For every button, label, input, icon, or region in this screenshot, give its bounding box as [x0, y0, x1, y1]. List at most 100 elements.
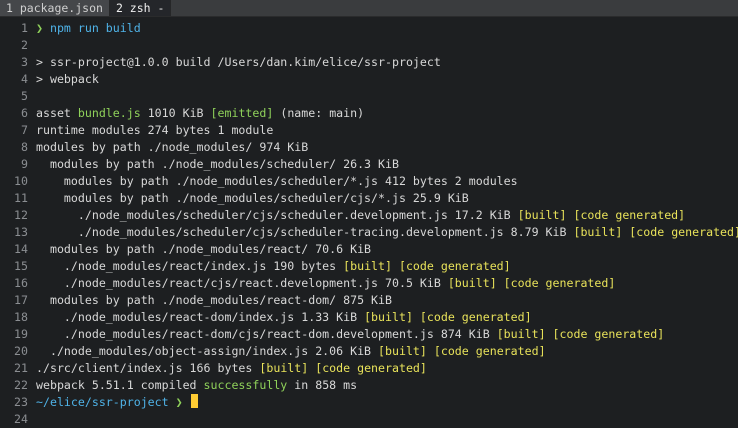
line-content: modules by path ./node_modules/ 974 KiB — [36, 139, 308, 156]
terminal-line: 6 asset bundle.js 1010 KiB [emitted] (nam… — [0, 105, 738, 122]
terminal-line: 8 modules by path ./node_modules/ 974 KiB — [0, 139, 738, 156]
line-content: > ssr-project@1.0.0 build /Users/dan.kim… — [36, 54, 441, 71]
line-content: webpack 5.51.1 compiled successfully in … — [36, 377, 357, 394]
line-content: modules by path ./node_modules/scheduler… — [36, 173, 518, 190]
line-content: ./src/client/index.js 166 bytes [built] … — [36, 360, 427, 377]
terminal-line: 15 ./node_modules/react/index.js 190 byt… — [0, 258, 738, 275]
line-number: 4 — [21, 72, 28, 86]
text-segment: ./node_modules/react/index.js 190 bytes — [36, 259, 344, 273]
terminal-line: 4 > webpack — [0, 71, 738, 88]
line-number: 7 — [21, 123, 28, 137]
line-number: 20 — [14, 344, 28, 358]
terminal-line: 24 — [0, 411, 738, 428]
text-segment: runtime modules 274 bytes 1 module — [36, 123, 274, 137]
text-segment: successfully — [203, 378, 288, 392]
terminal-line: 20 ./node_modules/object-assign/index.js… — [0, 343, 738, 360]
line-number: 6 — [21, 106, 28, 120]
line-content: ./node_modules/react/index.js 190 bytes … — [36, 258, 511, 275]
terminal-line: 7 runtime modules 274 bytes 1 module — [0, 122, 738, 139]
text-segment: in 858 ms — [287, 378, 358, 392]
text-segment: (name: main) — [273, 106, 365, 120]
terminal-line: 12 ./node_modules/scheduler/cjs/schedule… — [0, 207, 738, 224]
line-number: 5 — [21, 89, 28, 103]
text-segment: ./node_modules/react/cjs/react.developme… — [36, 276, 448, 290]
text-segment: modules by path ./node_modules/react-dom… — [36, 293, 392, 307]
line-number: 11 — [14, 191, 28, 205]
text-segment: [emitted] — [210, 106, 274, 120]
line-content: ❯ npm run build — [36, 20, 141, 37]
line-number: 3 — [21, 55, 28, 69]
terminal-output[interactable]: 1 ❯ npm run build 2 3 > ssr-project@1.0.0 bu… — [0, 17, 738, 428]
terminal-line: 10 modules by path ./node_modules/schedu… — [0, 173, 738, 190]
text-segment: [built] [code generated] — [573, 225, 738, 239]
text-segment: 1010 KiB — [140, 106, 211, 120]
line-number: 13 — [14, 225, 28, 239]
line-content: asset bundle.js 1010 KiB [emitted] (name… — [36, 105, 364, 122]
tab-package-json[interactable]: 1 package.json — [0, 0, 110, 16]
line-number: 10 — [14, 174, 28, 188]
line-number: 22 — [14, 378, 28, 392]
terminal-line: 13 ./node_modules/scheduler/cjs/schedule… — [0, 224, 738, 241]
text-segment: ./node_modules/object-assign/index.js 2.… — [36, 344, 379, 358]
text-segment: asset — [36, 106, 78, 120]
terminal-line: 3 > ssr-project@1.0.0 build /Users/dan.ki… — [0, 54, 738, 71]
terminal-line: 5 — [0, 88, 738, 105]
text-segment: [built] [code generated] — [496, 327, 665, 341]
line-content: runtime modules 274 bytes 1 module — [36, 122, 273, 139]
terminal-line: 14 modules by path ./node_modules/react/… — [0, 241, 738, 258]
line-number: 1 — [21, 21, 28, 35]
line-content: modules by path ./node_modules/react/ 70… — [36, 241, 371, 258]
text-segment: [built] [code generated] — [447, 276, 616, 290]
line-content: ./node_modules/react-dom/cjs/react-dom.d… — [36, 326, 664, 343]
text-segment: ❯ — [168, 395, 190, 409]
text-segment: [built] [code generated] — [259, 361, 427, 375]
tab-zsh[interactable]: 2 zsh - — [109, 0, 172, 16]
line-content: modules by path ./node_modules/scheduler… — [36, 156, 399, 173]
text-segment: modules by path ./node_modules/scheduler… — [36, 157, 399, 171]
line-number: 14 — [14, 242, 28, 256]
line-content: ./node_modules/scheduler/cjs/scheduler-t… — [36, 224, 738, 241]
text-segment: ./node_modules/react-dom/cjs/react-dom.d… — [36, 327, 497, 341]
text-segment: modules by path ./node_modules/react/ 70… — [36, 242, 372, 256]
text-segment: [built] [code generated] — [343, 259, 511, 273]
text-segment: modules by path ./node_modules/ 974 KiB — [36, 140, 309, 154]
line-content: ./node_modules/react-dom/index.js 1.33 K… — [36, 309, 532, 326]
text-segment: ./src/client/index.js 166 bytes — [36, 361, 260, 375]
text-segment: ./node_modules/react-dom/index.js 1.33 K… — [36, 310, 365, 324]
terminal-line: 18 ./node_modules/react-dom/index.js 1.3… — [0, 309, 738, 326]
text-segment: npm run build — [49, 21, 141, 35]
terminal-line: 22 webpack 5.51.1 compiled successfully i… — [0, 377, 738, 394]
line-content: ./node_modules/react/cjs/react.developme… — [36, 275, 615, 292]
line-content: modules by path ./node_modules/react-dom… — [36, 292, 392, 309]
text-segment: bundle.js — [77, 106, 141, 120]
text-segment: ./node_modules/scheduler/cjs/scheduler.d… — [36, 208, 518, 222]
line-number: 21 — [14, 361, 28, 375]
tab-bar: 1 package.json 2 zsh - — [0, 0, 738, 17]
text-segment: ./node_modules/scheduler/cjs/scheduler-t… — [36, 225, 574, 239]
line-number: 16 — [14, 276, 28, 290]
terminal-line: 2 — [0, 37, 738, 54]
text-segment: > ssr-project@1.0.0 build /Users/dan.kim… — [36, 55, 441, 69]
terminal-line: 21 ./src/client/index.js 166 bytes [built… — [0, 360, 738, 377]
text-segment: ❯ — [36, 21, 50, 35]
line-number: 19 — [14, 327, 28, 341]
text-segment: ~/elice/ssr-project — [36, 395, 169, 409]
text-segment: [built] [code generated] — [517, 208, 686, 222]
terminal-line: 9 modules by path ./node_modules/schedul… — [0, 156, 738, 173]
line-number: 15 — [14, 259, 28, 273]
text-segment: > webpack — [36, 72, 99, 86]
terminal-line: 16 ./node_modules/react/cjs/react.develo… — [0, 275, 738, 292]
line-content: ./node_modules/scheduler/cjs/scheduler.d… — [36, 207, 685, 224]
terminal-cursor — [190, 394, 198, 408]
line-number: 8 — [21, 140, 28, 154]
text-segment: modules by path ./node_modules/scheduler… — [36, 191, 469, 205]
line-number: 9 — [21, 157, 28, 171]
terminal-line: 1 ❯ npm run build — [0, 20, 738, 37]
line-number: 24 — [14, 412, 28, 426]
line-number: 18 — [14, 310, 28, 324]
text-segment: webpack 5.51.1 compiled — [36, 378, 204, 392]
text-segment: modules by path ./node_modules/scheduler… — [36, 174, 518, 188]
text-segment: [built] [code generated] — [364, 310, 532, 324]
text-segment: [built] [code generated] — [378, 344, 546, 358]
terminal-line: 19 ./node_modules/react-dom/cjs/react-do… — [0, 326, 738, 343]
